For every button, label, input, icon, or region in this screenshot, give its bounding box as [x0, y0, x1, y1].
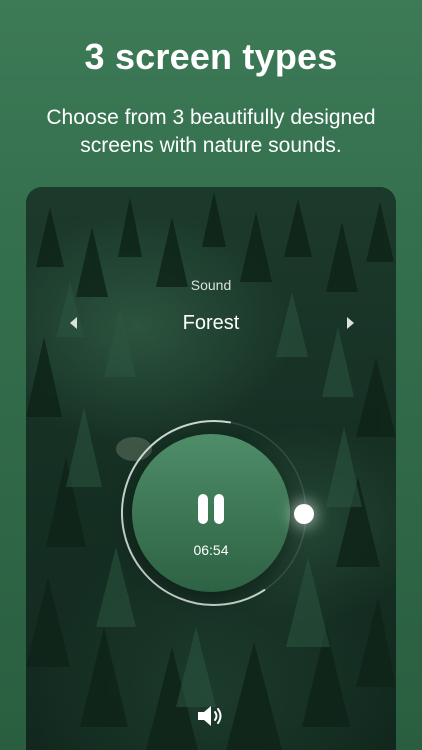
progress-knob[interactable]: [294, 504, 314, 524]
sound-label: Sound: [190, 277, 232, 293]
pause-icon: [198, 494, 224, 524]
phone-screen: Sound Forest 06:54: [26, 187, 396, 750]
timer: 06:54: [193, 542, 229, 558]
volume-button[interactable]: [196, 703, 226, 729]
pause-button[interactable]: 06:54: [132, 434, 290, 592]
next-sound-button[interactable]: [340, 313, 360, 333]
subheadline: Choose from 3 beautifully designed scree…: [46, 106, 376, 157]
chevron-right-icon: [347, 317, 354, 329]
headline: 3 screen types: [84, 36, 338, 77]
volume-icon: [198, 706, 222, 726]
